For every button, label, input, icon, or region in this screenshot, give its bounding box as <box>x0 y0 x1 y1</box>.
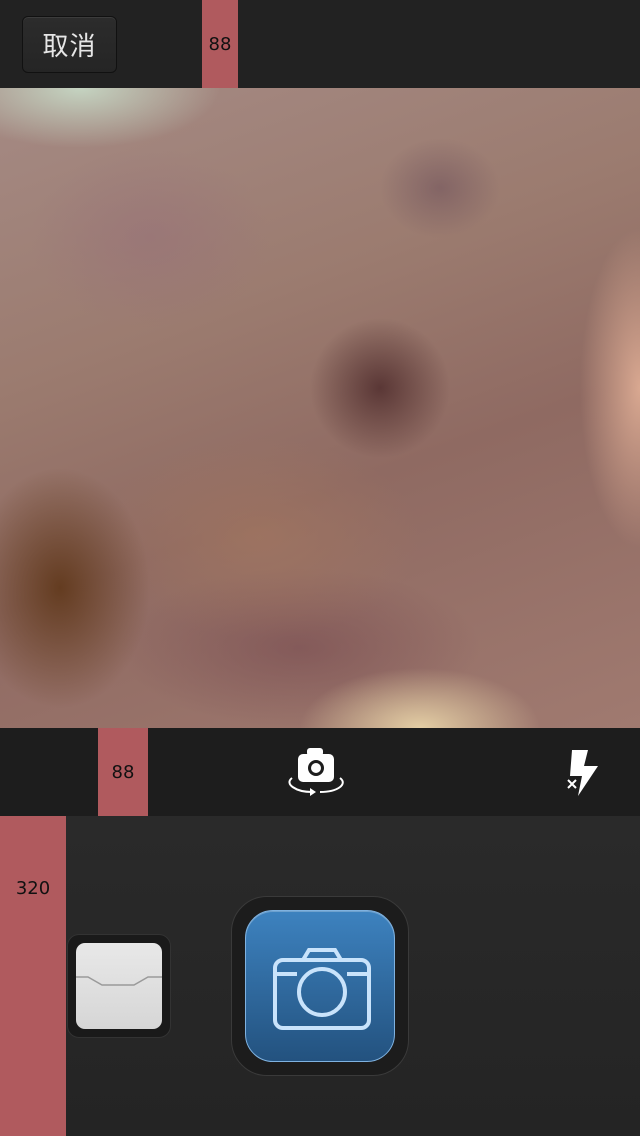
size-marker-bottom: 320 <box>0 816 66 1136</box>
camera-switch-icon[interactable] <box>282 744 350 800</box>
camera-icon <box>245 910 395 1062</box>
size-marker-top: 88 <box>202 0 238 88</box>
top-bar: 取消 88 <box>0 0 640 88</box>
flash-off-icon[interactable] <box>564 748 602 798</box>
camera-screen: 取消 88 88 320 <box>0 0 640 1136</box>
camera-preview[interactable] <box>0 88 640 728</box>
photo-library-icon <box>76 943 162 1029</box>
shutter-button[interactable] <box>231 896 409 1076</box>
cancel-button[interactable]: 取消 <box>22 16 117 73</box>
photo-library-button[interactable] <box>67 934 171 1038</box>
size-marker-controls: 88 <box>98 728 148 816</box>
